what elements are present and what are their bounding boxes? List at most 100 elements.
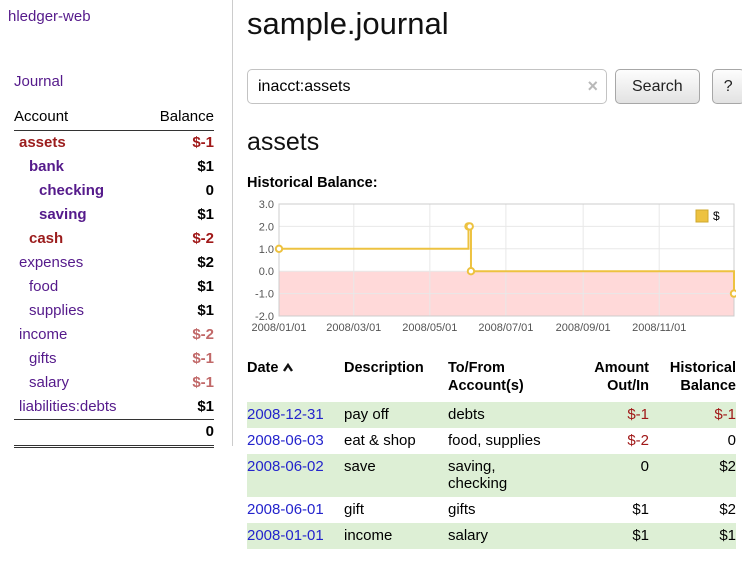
sidebar-account-link[interactable]: income	[14, 326, 145, 344]
txn-balance: 0	[649, 428, 736, 454]
accounts-header-row: Account Balance	[14, 106, 214, 131]
account-name-cell: income	[14, 323, 145, 347]
sidebar-account-link[interactable]: liabilities:debts	[14, 398, 145, 416]
account-name-cell: salary	[14, 371, 145, 395]
txn-account: debts	[448, 402, 574, 428]
sidebar: hledger-web Journal Account Balance asse…	[0, 0, 233, 446]
accounts-total-row: 0	[14, 420, 214, 447]
transaction-row: 2008-06-03eat & shopfood, supplies$-20	[247, 428, 736, 454]
sidebar-account-link[interactable]: salary	[14, 374, 145, 392]
accounts-col-account: Account	[14, 106, 145, 131]
chart-canvas: -2.0-1.00.01.02.03.02008/01/012008/03/01…	[247, 199, 736, 341]
account-balance: $-2	[145, 227, 214, 251]
accounts-total-value: 0	[145, 420, 214, 447]
x-tick-label: 2008/01/01	[251, 322, 306, 334]
col-amount: Amount Out/In	[574, 357, 649, 402]
txn-account: gifts	[448, 497, 574, 523]
txn-date-link[interactable]: 2008-06-02	[247, 458, 324, 475]
txn-account: saving, checking	[448, 454, 574, 497]
account-name-cell: cash	[14, 227, 145, 251]
txn-account: salary	[448, 523, 574, 549]
account-balance: $1	[145, 155, 214, 179]
sidebar-account-link[interactable]: gifts	[14, 350, 145, 368]
account-row: saving$1	[14, 203, 214, 227]
y-tick-label: 3.0	[259, 199, 274, 211]
x-tick-label: 2008/03/01	[326, 322, 381, 334]
sidebar-account-link[interactable]: food	[14, 278, 145, 296]
txn-description: income	[344, 523, 448, 549]
txn-date-cell: 2008-12-31	[247, 402, 344, 428]
transactions-tbody: 2008-12-31pay offdebts$-1$-12008-06-03ea…	[247, 402, 736, 549]
transactions-header-row: Date Description To/From Account(s) Amou…	[247, 357, 736, 402]
search-input[interactable]	[247, 69, 607, 104]
transaction-row: 2008-06-01giftgifts$1$2	[247, 497, 736, 523]
sidebar-account-link[interactable]: checking	[14, 182, 145, 200]
txn-amount: $1	[574, 523, 649, 549]
sidebar-account-link[interactable]: assets	[14, 134, 145, 152]
accounts-total-spacer	[14, 420, 145, 447]
txn-amount: $-1	[574, 402, 649, 428]
sidebar-account-link[interactable]: supplies	[14, 302, 145, 320]
account-heading: assets	[247, 128, 742, 157]
sidebar-item-journal[interactable]: Journal	[0, 73, 232, 90]
account-row: bank$1	[14, 155, 214, 179]
account-balance: $2	[145, 251, 214, 275]
y-tick-label: 0.0	[259, 266, 274, 278]
col-amount-line2: Out/In	[574, 377, 649, 395]
txn-date-cell: 2008-06-03	[247, 428, 344, 454]
transaction-row: 2008-06-02savesaving, checking0$2	[247, 454, 736, 497]
account-name-cell: supplies	[14, 299, 145, 323]
account-row: expenses$2	[14, 251, 214, 275]
x-tick-label: 2008/05/01	[402, 322, 457, 334]
app: hledger-web Journal Account Balance asse…	[0, 0, 742, 582]
account-balance: $1	[145, 203, 214, 227]
account-row: supplies$1	[14, 299, 214, 323]
help-button[interactable]: ?	[712, 69, 742, 104]
sidebar-account-link[interactable]: cash	[14, 230, 145, 248]
main-content: sample.journal × Search ? assets Histori…	[233, 0, 742, 582]
historical-balance-chart: -2.0-1.00.01.02.03.02008/01/012008/03/01…	[247, 199, 742, 341]
account-balance: 0	[145, 179, 214, 203]
account-row: salary$-1	[14, 371, 214, 395]
sidebar-account-link[interactable]: saving	[14, 206, 145, 224]
txn-date-link[interactable]: 2008-06-03	[247, 432, 324, 449]
col-account-line2: Account(s)	[448, 377, 574, 395]
account-balance: $-2	[145, 323, 214, 347]
account-row: liabilities:debts$1	[14, 395, 214, 420]
col-account: To/From Account(s)	[448, 357, 574, 402]
txn-description: save	[344, 454, 448, 497]
txn-date-link[interactable]: 2008-06-01	[247, 501, 324, 518]
sidebar-account-link[interactable]: bank	[14, 158, 145, 176]
col-date[interactable]: Date	[247, 357, 344, 402]
account-row: food$1	[14, 275, 214, 299]
txn-description: pay off	[344, 402, 448, 428]
account-name-cell: liabilities:debts	[14, 395, 145, 420]
txn-date-cell: 2008-06-02	[247, 454, 344, 497]
sidebar-account-link[interactable]: expenses	[14, 254, 145, 272]
account-balance: $1	[145, 299, 214, 323]
account-name-cell: checking	[14, 179, 145, 203]
app-title-link[interactable]: hledger-web	[0, 8, 232, 25]
y-tick-label: -1.0	[255, 289, 274, 301]
account-name-cell: food	[14, 275, 145, 299]
account-name-cell: saving	[14, 203, 145, 227]
account-balance: $-1	[145, 371, 214, 395]
search-field-wrap: ×	[247, 69, 607, 104]
txn-balance: $2	[649, 497, 736, 523]
data-point	[468, 268, 474, 274]
txn-date-link[interactable]: 2008-12-31	[247, 406, 324, 423]
account-balance: $1	[145, 395, 214, 420]
search-button[interactable]: Search	[615, 69, 700, 104]
txn-balance: $2	[649, 454, 736, 497]
txn-description: gift	[344, 497, 448, 523]
account-balance: $1	[145, 275, 214, 299]
clear-search-icon[interactable]: ×	[587, 76, 598, 96]
data-point	[731, 290, 736, 296]
col-balance-line1: Historical	[649, 359, 736, 377]
y-tick-label: 1.0	[259, 244, 274, 256]
txn-balance: $-1	[649, 402, 736, 428]
y-tick-label: 2.0	[259, 221, 274, 233]
chart-title: Historical Balance:	[247, 175, 742, 191]
txn-date-link[interactable]: 2008-01-01	[247, 527, 324, 544]
accounts-table: Account Balance assets$-1bank$1checking0…	[14, 106, 214, 448]
